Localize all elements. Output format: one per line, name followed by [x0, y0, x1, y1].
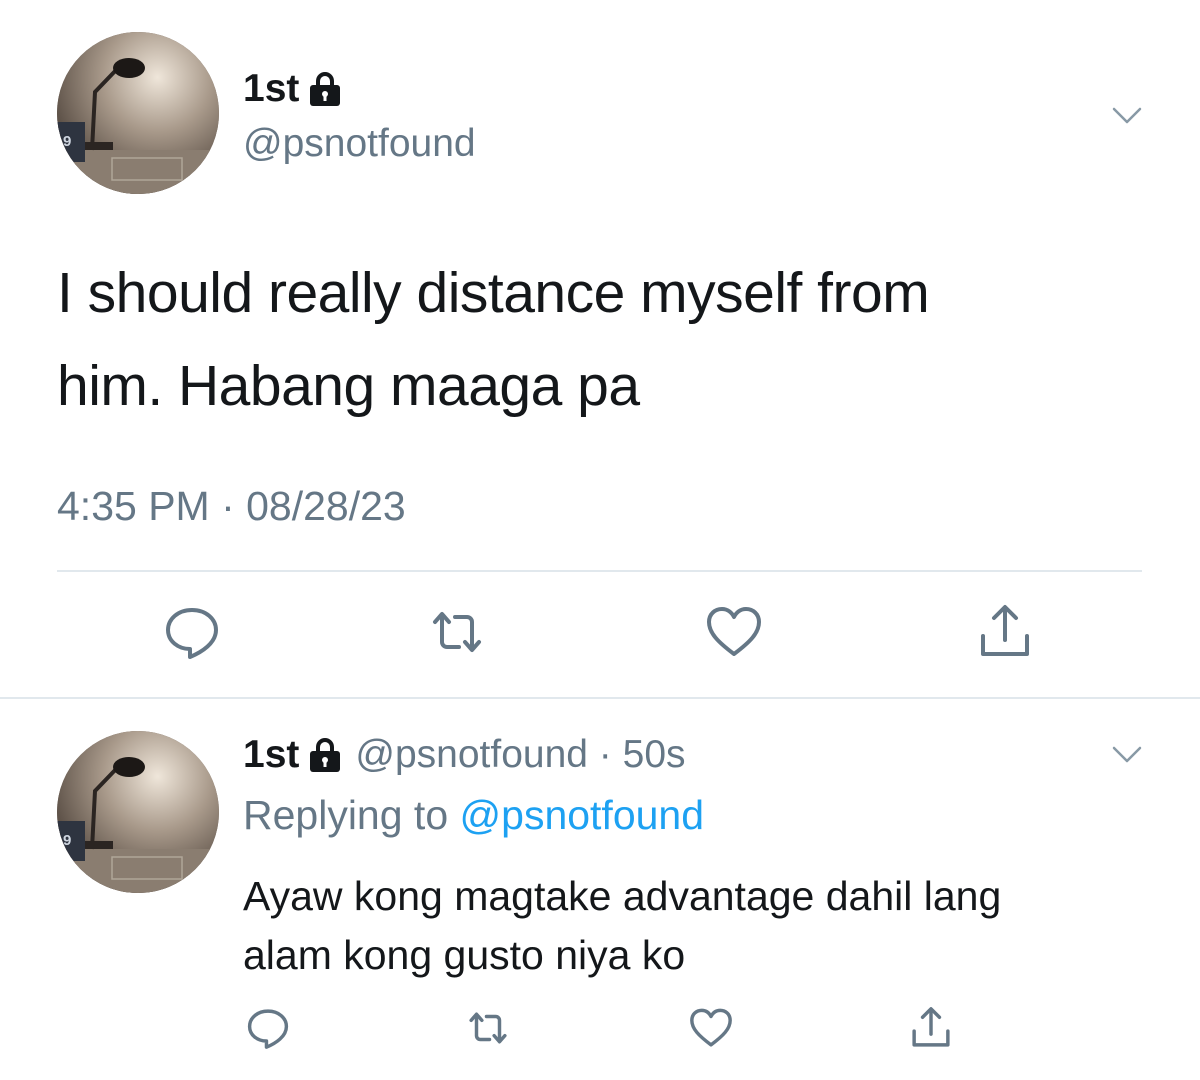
share-button[interactable] — [908, 1005, 954, 1051]
tweet-text-line: alam kong gusto niya ko — [243, 932, 686, 978]
retweet-button[interactable] — [465, 1005, 511, 1051]
retweet-button[interactable] — [427, 602, 487, 662]
retweet-icon — [469, 1012, 507, 1044]
heart-icon — [690, 1008, 732, 1047]
lock-icon — [309, 737, 341, 773]
replying-to-label: Replying to — [243, 792, 460, 838]
tweet-text: Ayaw kong magtake advantage dahil lang a… — [243, 867, 1143, 985]
share-button[interactable] — [975, 602, 1035, 662]
tweet-text-line: Ayaw kong magtake advantage dahil lang — [243, 873, 1002, 919]
avatar[interactable]: 9 — [57, 731, 219, 893]
display-name-text[interactable]: 1st — [243, 69, 299, 108]
chevron-down-icon[interactable] — [1112, 106, 1142, 126]
chevron-down-icon[interactable] — [1112, 745, 1142, 765]
replying-to: Replying to @psnotfound — [243, 795, 704, 836]
tweet-detail-page: 9 1st @psnotfound I should really distan… — [0, 0, 1200, 1080]
separator: · — [587, 733, 623, 776]
avatar[interactable]: 9 — [57, 32, 219, 194]
lock-icon — [309, 71, 341, 107]
svg-text:9: 9 — [63, 832, 71, 849]
display-name[interactable]: 1st — [243, 69, 341, 108]
reply-icon — [166, 608, 218, 659]
tweet-time[interactable]: 50s — [623, 735, 686, 774]
reply-tweet[interactable]: 9 1st @psnotfound · 50s Replying to @psn… — [0, 699, 1200, 1080]
heart-icon — [707, 607, 761, 656]
user-handle[interactable]: @psnotfound — [355, 735, 588, 774]
avatar-image: 9 — [57, 731, 219, 893]
reply-header: 1st @psnotfound · 50s — [243, 735, 686, 774]
share-icon — [912, 1007, 950, 1047]
tweet-text-line: I should really distance myself from — [57, 261, 930, 325]
reply-icon — [247, 1009, 289, 1049]
tweet-text: I should really distance myself from him… — [57, 247, 1147, 433]
svg-text:9: 9 — [63, 133, 71, 150]
like-button[interactable] — [704, 602, 764, 662]
retweet-icon — [433, 612, 481, 652]
user-handle[interactable]: @psnotfound — [243, 124, 476, 163]
replying-to-link[interactable]: @psnotfound — [460, 792, 705, 838]
share-icon — [981, 605, 1029, 656]
tweet-text-line: him. Habang maaga pa — [57, 354, 640, 418]
main-tweet: 9 1st @psnotfound I should really distan… — [0, 0, 1200, 698]
display-name[interactable]: 1st — [243, 735, 299, 774]
reply-button[interactable] — [162, 602, 222, 662]
avatar-image: 9 — [57, 32, 219, 194]
divider — [57, 570, 1142, 572]
like-button[interactable] — [688, 1005, 734, 1051]
reply-button[interactable] — [245, 1005, 291, 1051]
tweet-timestamp[interactable]: 4:35 PM · 08/28/23 — [57, 486, 406, 527]
